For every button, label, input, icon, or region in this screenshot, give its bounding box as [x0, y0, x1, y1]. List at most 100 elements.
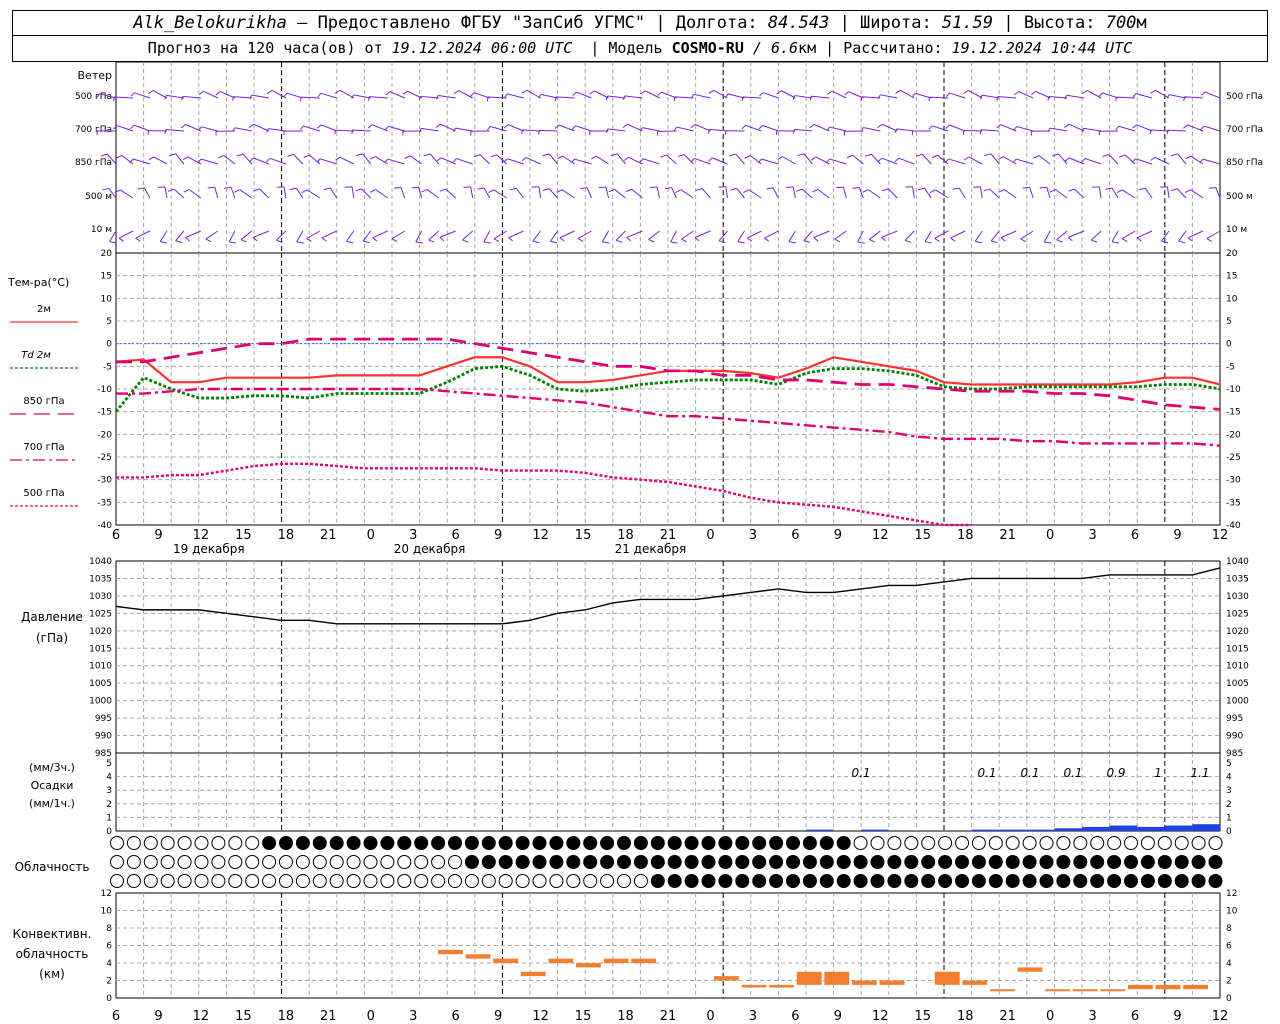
temp-series-4	[116, 462, 972, 527]
wind-barb-feather	[1082, 90, 1088, 94]
wind-barb-feather	[803, 240, 811, 244]
wind-level-label: 500 м	[85, 192, 112, 202]
wind-barb-staff	[968, 89, 983, 99]
wind-barb-staff	[1043, 230, 1051, 243]
wind-barb-staff	[286, 92, 303, 99]
wind-barb-staff	[963, 129, 983, 132]
cloud-cover-symbol	[1056, 874, 1071, 888]
cloud-cover-symbol	[1039, 855, 1054, 869]
wind-barb-feather	[1116, 189, 1123, 194]
wind-barb-feather	[100, 153, 108, 157]
hour-tick-label: 12	[193, 1009, 210, 1024]
hour-tick-label: 6	[791, 528, 799, 543]
wind-barb-staff	[540, 93, 558, 99]
wind-barb-staff	[121, 155, 134, 165]
wind-barb-staff	[429, 153, 440, 165]
hour-tick-label: 15	[235, 1009, 252, 1024]
wind-barb-feather	[1039, 186, 1047, 189]
wind-barb-feather	[521, 157, 527, 162]
hour-tick-label: 18	[957, 528, 974, 543]
wind-barb-feather	[296, 241, 304, 244]
wind-barb-staff	[979, 186, 983, 199]
temp-tick-label: -40	[97, 521, 112, 531]
wind-level-label: 850 гПа	[1226, 158, 1263, 168]
wind-barb-staff	[253, 123, 270, 132]
wind-barb-staff	[607, 95, 626, 99]
cloud-cover-symbol	[228, 874, 243, 888]
hour-tick-label: 0	[1046, 528, 1054, 543]
wind-barb-staff	[624, 95, 643, 99]
wind-barb-feather	[729, 153, 736, 157]
convective-cloud-bar	[1100, 989, 1126, 992]
wind-barb-feather	[283, 92, 288, 98]
cloud-cover-symbol	[921, 836, 936, 850]
wind-barb-feather	[1138, 187, 1146, 191]
wind-barb-feather	[335, 156, 341, 161]
cloud-cover-symbol	[650, 855, 665, 869]
cloud-cover-symbol	[667, 874, 682, 888]
wind-barb-staff	[252, 230, 270, 238]
wind-barb-staff	[857, 230, 864, 243]
cloud-cover-symbol	[701, 836, 716, 850]
wind-barb-feather	[664, 187, 672, 190]
convective-cloud-bar	[576, 963, 601, 968]
precip-tick-label: 3	[1226, 786, 1232, 796]
wind-barb-feather	[503, 158, 508, 163]
convective-tick-label: 2	[1226, 977, 1232, 987]
precip-bar	[999, 829, 1027, 831]
wind-barb-staff	[319, 158, 337, 165]
cloud-cover-symbol	[566, 836, 581, 850]
hour-tick-label: 12	[193, 528, 210, 543]
cloud-cover-symbol	[1039, 836, 1054, 850]
temp-tick-label: 10	[101, 294, 113, 304]
cloud-cover-symbol	[481, 836, 496, 850]
wind-barb-staff	[648, 230, 660, 240]
wind-barb-staff	[372, 230, 388, 239]
wind-barb-feather	[758, 125, 763, 130]
wind-barb-staff	[831, 90, 847, 99]
cloud-cover-symbol	[1191, 855, 1206, 869]
wind-barb-feather	[797, 153, 805, 157]
wind-barb-feather	[1183, 124, 1188, 129]
wind-barb-staff	[607, 128, 626, 132]
cloud-cover-symbol	[211, 874, 226, 888]
wind-barb-staff	[1136, 230, 1153, 239]
cloud-cover-symbol	[363, 874, 378, 888]
cloud-cover-symbol	[160, 855, 175, 869]
cloud-cover-symbol	[126, 855, 141, 869]
cloud-cover-symbol	[143, 855, 158, 869]
precip-value-label: 0.9	[1106, 766, 1125, 780]
cloud-cover-symbol	[295, 855, 310, 869]
wind-barb-staff	[829, 126, 847, 132]
hour-tick-label: 3	[749, 528, 757, 543]
wind-barb-staff	[153, 156, 168, 165]
cloud-cover-symbol	[938, 836, 953, 850]
wind-barb-feather	[904, 239, 912, 243]
cloud-cover-symbol	[650, 874, 665, 888]
cloud-cover-symbol	[1140, 836, 1155, 850]
cloud-cover-symbol	[245, 855, 260, 869]
temp-tick-label: 15	[1226, 272, 1237, 282]
temp-tick-label: -10	[97, 385, 112, 395]
temp-tick-label: -30	[1226, 476, 1241, 486]
cloud-cover-symbol	[904, 855, 919, 869]
wind-barb-feather	[532, 240, 540, 244]
wind-barb-feather	[708, 157, 713, 162]
wind-barb-feather	[743, 189, 749, 194]
cloud-cover-symbol	[1124, 874, 1138, 888]
wind-barb-feather	[486, 126, 491, 131]
wind-barb-staff	[558, 124, 575, 132]
wind-barb-staff	[764, 230, 779, 239]
wind-barb-feather	[626, 237, 632, 242]
wind-barb-feather	[675, 189, 682, 193]
wind-barb-feather	[207, 186, 215, 189]
cloud-cover-symbol	[1005, 855, 1020, 869]
wind-barb-staff	[362, 153, 372, 165]
cloud-cover-symbol	[143, 874, 158, 888]
cloud-cover-symbol	[346, 855, 361, 869]
temp-tick-label: -15	[1226, 408, 1241, 418]
wind-barb-staff	[912, 186, 915, 199]
wind-barb-staff	[896, 128, 915, 132]
wind-barb-staff	[526, 89, 541, 99]
wind-barb-feather	[963, 156, 969, 161]
